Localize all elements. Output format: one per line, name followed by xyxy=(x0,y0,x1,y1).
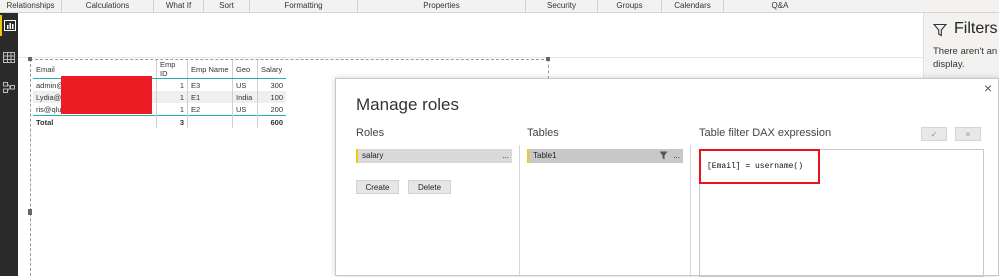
ribbon-group-what-if: What If xyxy=(154,0,204,12)
model-view-icon[interactable] xyxy=(0,77,18,98)
resize-handle-left-mid[interactable] xyxy=(28,209,32,215)
total-salary: 600 xyxy=(257,115,286,128)
cell-emp-id: 1 xyxy=(156,103,188,116)
total-emp-id: 3 xyxy=(156,115,188,128)
table-filter-funnel-icon xyxy=(659,151,668,165)
manage-roles-dialog: × Manage roles Roles Tables Table filter… xyxy=(335,78,999,277)
filters-empty-message-line2: display. xyxy=(933,59,965,70)
roles-header: Roles xyxy=(356,127,385,139)
cell-salary: 300 xyxy=(257,78,286,91)
dax-header: Table filter DAX expression xyxy=(699,127,832,139)
cell-salary: 200 xyxy=(257,103,286,116)
cell-geo: US xyxy=(232,103,258,116)
table-name: Table1 xyxy=(533,151,557,160)
cell-emp-id: 1 xyxy=(156,91,188,103)
confirm-dax-button[interactable]: ✓ xyxy=(921,127,947,141)
role-item-salary[interactable]: salary ... xyxy=(356,149,512,163)
total-geo-empty xyxy=(232,115,258,128)
ribbon-group-bar: Relationships Calculations What If Sort … xyxy=(0,0,999,13)
cell-salary: 100 xyxy=(257,91,286,103)
total-label: Total xyxy=(33,115,157,128)
cell-geo: India xyxy=(232,91,258,103)
dialog-title: Manage roles xyxy=(356,95,460,114)
ribbon-group-formatting: Formatting xyxy=(250,0,358,12)
view-switcher-rail xyxy=(0,13,18,276)
report-view-icon[interactable] xyxy=(0,15,18,36)
visual-selection-left xyxy=(30,59,31,276)
cell-emp-name: E3 xyxy=(187,78,233,91)
column-header-emp-name[interactable]: Emp Name xyxy=(187,60,233,79)
ribbon-group-relationships: Relationships xyxy=(0,0,62,12)
ribbon-group-calendars: Calendars xyxy=(662,0,724,12)
tables-header: Tables xyxy=(527,127,559,139)
roles-pane xyxy=(348,145,520,277)
ribbon-group-qa: Q&A xyxy=(771,1,789,10)
visual-selection-right xyxy=(548,59,549,79)
cell-geo: US xyxy=(232,78,258,91)
total-emp-name-empty xyxy=(187,115,233,128)
resize-handle-top-right[interactable] xyxy=(546,57,550,61)
table-item-table1[interactable]: Table1 ... xyxy=(527,149,683,163)
filters-title: Filters xyxy=(954,20,998,37)
cancel-dax-button[interactable]: × xyxy=(955,127,981,141)
cell-emp-name: E1 xyxy=(187,91,233,103)
ribbon-group-groups: Groups xyxy=(598,0,662,12)
role-more-menu[interactable]: ... xyxy=(502,149,509,163)
delete-role-button[interactable]: Delete xyxy=(408,180,451,194)
create-role-button[interactable]: Create xyxy=(356,180,399,194)
data-view-icon[interactable] xyxy=(0,47,18,68)
filters-empty-message-line1: There aren't an xyxy=(933,46,998,57)
table-total-row: Total 3 600 xyxy=(33,115,286,128)
column-header-emp-id[interactable]: Emp ID xyxy=(156,60,188,79)
resize-handle-top-left[interactable] xyxy=(28,57,32,61)
column-header-geo[interactable]: Geo xyxy=(232,60,258,79)
cell-emp-name: E2 xyxy=(187,103,233,116)
ribbon-group-properties: Properties xyxy=(358,0,526,12)
ribbon-group-calculations: Calculations xyxy=(62,0,154,12)
table-more-menu[interactable]: ... xyxy=(673,149,680,163)
dialog-close-icon[interactable]: × xyxy=(984,81,992,95)
filter-funnel-icon[interactable] xyxy=(932,23,948,42)
redaction-block xyxy=(61,76,152,114)
cell-emp-id: 1 xyxy=(156,78,188,91)
canvas-top-band xyxy=(18,13,923,58)
ribbon-group-sort: Sort xyxy=(204,0,250,12)
dax-expression-text[interactable]: [Email] = username() xyxy=(699,149,820,184)
role-name: salary xyxy=(362,151,384,160)
ribbon-group-security: Security xyxy=(526,0,598,12)
column-header-salary[interactable]: Salary xyxy=(257,60,286,79)
